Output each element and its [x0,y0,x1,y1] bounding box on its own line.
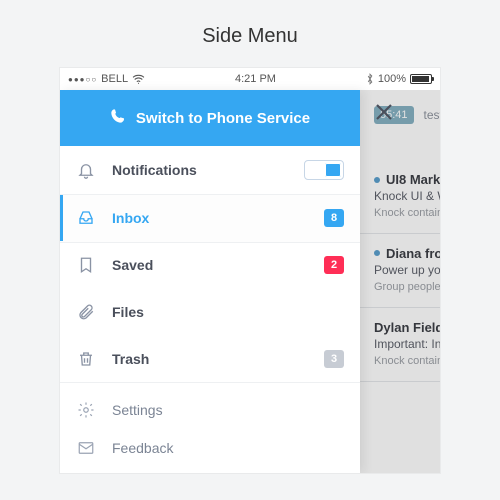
battery-icon [410,74,432,84]
phone-frame: ●●●○○ BELL 4:21 PM 100% [60,68,440,473]
bell-icon [76,161,96,179]
menu-item-label: Inbox [112,210,308,226]
menu-item-label: Trash [112,351,308,367]
switch-phone-service-button[interactable]: Switch to Phone Service [60,90,360,146]
battery-pct: 100% [378,73,406,85]
saved-badge: 2 [324,256,344,274]
inbox-badge: 8 [324,209,344,227]
close-menu-button[interactable] [372,100,396,124]
paperclip-icon [76,303,96,321]
carrier-label: BELL [101,73,128,85]
bookmark-icon [76,256,96,274]
switch-phone-service-label: Switch to Phone Service [136,110,310,127]
menu-item-feedback[interactable]: Feedback [60,429,360,467]
menu-item-notifications[interactable]: Notifications [60,146,360,195]
gear-icon [76,401,96,419]
wifi-icon [132,74,145,84]
status-bar: ●●●○○ BELL 4:21 PM 100% [60,68,440,90]
menu-item-files[interactable]: Files [60,289,360,336]
notifications-toggle[interactable] [304,160,344,180]
phone-icon [110,108,126,128]
status-time: 4:21 PM [235,73,276,85]
menu-item-label: Settings [112,402,163,418]
menu-item-trash[interactable]: Trash 3 [60,336,360,383]
bluetooth-icon [366,73,374,85]
menu-item-label: Files [112,304,344,320]
menu-item-label: Feedback [112,440,173,456]
side-menu: Switch to Phone Service Notifications In… [60,90,360,473]
menu-item-saved[interactable]: Saved 2 [60,242,360,289]
mail-icon [76,439,96,457]
trash-icon [76,350,96,368]
menu-item-inbox[interactable]: Inbox 8 [60,195,360,242]
inbox-icon [76,209,96,227]
signal-dots-icon: ●●●○○ [68,75,97,84]
trash-badge: 3 [324,350,344,368]
content-overlay[interactable] [360,90,440,473]
menu-item-label: Notifications [112,162,288,178]
menu-item-label: Saved [112,257,308,273]
page-title: Side Menu [0,0,500,68]
menu-item-settings[interactable]: Settings [60,391,360,429]
